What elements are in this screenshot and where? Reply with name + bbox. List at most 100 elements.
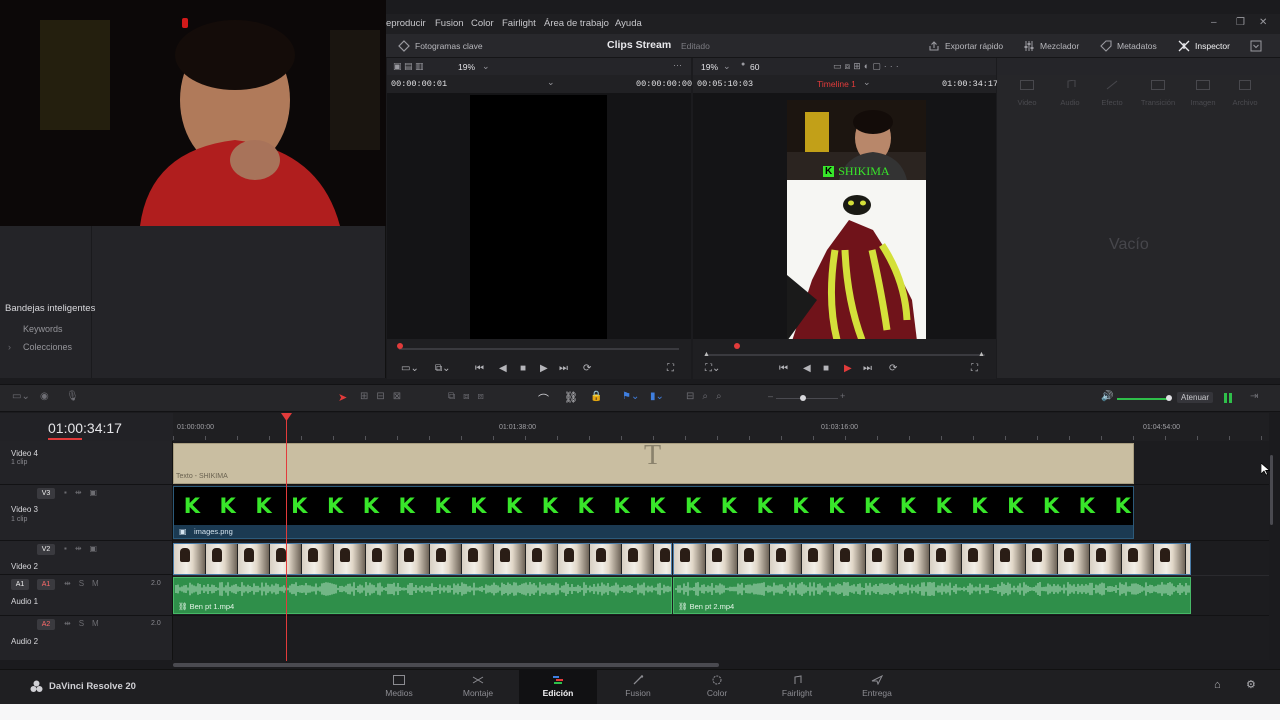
loop-icon[interactable]: ⟳ xyxy=(583,363,591,374)
keyframes-button[interactable]: Fotogramas clave xyxy=(398,34,483,58)
timeline-ruler[interactable]: 01:00:00:00 01:01:38:00 01:03:16:00 01:0… xyxy=(173,413,1269,441)
lock-icon[interactable]: ▪ xyxy=(64,488,67,497)
timeline-scrubber[interactable] xyxy=(705,354,985,356)
loop-icon[interactable]: ⟳ xyxy=(889,363,897,374)
fullscreen-icon[interactable]: ⛶ xyxy=(667,363,674,374)
skip-back-icon[interactable]: ⏮ xyxy=(779,363,788,374)
close-icon[interactable]: ✕ xyxy=(1259,17,1267,28)
disable-track-icon[interactable]: ▣ xyxy=(90,488,98,497)
quick-export-button[interactable]: Exportar rápido xyxy=(928,34,1003,58)
more-icon[interactable]: ··· xyxy=(673,60,682,70)
stop-icon[interactable]: ■ xyxy=(520,363,526,374)
zoom-slider[interactable] xyxy=(776,398,838,399)
auto-select-icon[interactable]: ⇹ xyxy=(75,544,82,553)
chevron-down-icon[interactable]: ⌄ xyxy=(547,77,555,88)
timeline-name[interactable]: Timeline 1 xyxy=(817,79,856,89)
timeline-zoom-select[interactable]: 19% xyxy=(701,62,718,72)
crop-icon[interactable]: ⛶⌄ xyxy=(705,363,720,374)
volume-slider[interactable] xyxy=(1117,398,1169,400)
smart-bin-keywords[interactable]: Keywords xyxy=(23,324,63,334)
menu-help[interactable]: Ayuda xyxy=(615,18,642,29)
viewer-tools-icon[interactable]: ▭⧈⊞◐▢··· xyxy=(833,61,902,72)
zoom-mode-icons[interactable]: ⊟⌕⌕ xyxy=(686,391,730,402)
maximize-icon[interactable]: ❐ xyxy=(1236,17,1245,28)
solo-button[interactable]: S xyxy=(79,579,84,588)
chevron-down-icon[interactable]: ⌄ xyxy=(863,77,871,88)
menu-fairlight[interactable]: Fairlight xyxy=(502,18,536,29)
track-controls-v3[interactable]: ▪ ⇹ ▣ xyxy=(64,488,97,497)
home-icon[interactable]: ⌂ xyxy=(1214,679,1221,691)
auto-select-icon[interactable]: ⇹ xyxy=(64,619,71,628)
source-playhead[interactable] xyxy=(397,343,403,349)
mute-button[interactable]: M xyxy=(92,619,99,628)
zoom-out-icon[interactable]: – xyxy=(768,391,773,401)
collapse-panel-button[interactable] xyxy=(1250,34,1262,58)
lock-icon[interactable]: ▪ xyxy=(64,544,67,553)
track-badge-v2[interactable]: V2 xyxy=(37,544,55,555)
mute-button[interactable]: M xyxy=(92,579,99,588)
auto-select-icon[interactable]: ⇹ xyxy=(75,488,82,497)
stop-icon[interactable]: ■ xyxy=(823,363,829,374)
inspector-tab-image[interactable]: Imagen xyxy=(1183,98,1223,107)
inspector-tab-audio[interactable]: Audio xyxy=(1050,98,1090,107)
smart-bin-collections[interactable]: Colecciones xyxy=(23,342,72,352)
source-zoom-select[interactable]: 19% xyxy=(458,62,475,72)
menu-fusion[interactable]: Fusion xyxy=(435,18,464,29)
volume-slider-knob[interactable] xyxy=(1166,395,1172,401)
page-tab-deliver[interactable]: Entrega xyxy=(838,669,916,704)
inspector-tab-video[interactable]: Video xyxy=(1007,98,1047,107)
timeline-vertical-scrollbar[interactable] xyxy=(1270,455,1273,525)
metadata-button[interactable]: Metadatos xyxy=(1100,34,1157,58)
inspector-tab-file[interactable]: Archivo xyxy=(1225,98,1265,107)
track-controls-v2[interactable]: ▪ ⇹ ▣ xyxy=(64,544,97,553)
page-tab-fairlight[interactable]: Fairlight xyxy=(758,669,836,704)
track-badge-v3[interactable]: V3 xyxy=(37,488,55,499)
page-tab-color[interactable]: Color xyxy=(678,669,756,704)
inspector-button[interactable]: Inspector xyxy=(1178,34,1230,58)
track-controls-a2[interactable]: ⇹ S M xyxy=(64,619,99,628)
page-tab-edit[interactable]: Edición xyxy=(519,669,597,704)
video-clip-part2[interactable] xyxy=(673,543,1191,575)
play-reverse-icon[interactable]: ◀ xyxy=(803,363,811,374)
timeline-playhead[interactable] xyxy=(286,418,287,661)
skip-forward-icon[interactable]: ⏭ xyxy=(863,363,872,374)
mixer-button[interactable]: Mezclador xyxy=(1023,34,1079,58)
minimize-icon[interactable]: – xyxy=(1211,17,1217,28)
layout-presets-icon[interactable]: ▭⌄ xyxy=(12,391,30,402)
flag-icon[interactable]: ⚑⌄ xyxy=(622,391,639,402)
audio-settings-icon[interactable]: ◉ xyxy=(40,391,49,402)
marker-icon[interactable]: ▮⌄ xyxy=(650,391,664,402)
timeline-timecode-display[interactable]: 01:00:34:17 xyxy=(48,420,122,436)
inspector-tab-effect[interactable]: Efecto xyxy=(1092,98,1132,107)
chevron-down-icon[interactable]: ⌄ xyxy=(482,61,490,72)
fullscreen-icon[interactable]: ⛶ xyxy=(971,363,978,374)
audio-clip-part1[interactable]: ⛓ Ben pt 1.mp4 xyxy=(173,577,672,614)
audio-clip-part2[interactable]: ⛓ Ben pt 2.mp4 xyxy=(673,577,1191,614)
video-clip-part1[interactable] xyxy=(173,543,672,575)
menu-workspace[interactable]: Área de trabajo xyxy=(544,18,609,29)
snapping-icon[interactable]: ⌒ xyxy=(538,391,549,407)
skip-back-icon[interactable]: ⏮ xyxy=(475,363,484,374)
edit-mode-icons[interactable]: ⊞⊟⊠ xyxy=(360,391,409,402)
chevron-right-icon[interactable]: › xyxy=(8,342,11,352)
link-icon[interactable]: ⛓ xyxy=(564,391,578,404)
page-tab-cut[interactable]: Montaje xyxy=(439,669,517,704)
source-scrubber[interactable] xyxy=(399,348,679,350)
zoom-in-icon[interactable]: + xyxy=(840,391,845,401)
disable-track-icon[interactable]: ▣ xyxy=(90,544,98,553)
mic-icon[interactable]: 🎙 xyxy=(66,391,79,402)
menu-color[interactable]: Color xyxy=(471,18,494,29)
selection-tool-icon[interactable]: ➤ xyxy=(338,391,347,404)
layout-icon[interactable]: ▭⌄ xyxy=(401,363,419,374)
timeline-playhead[interactable] xyxy=(734,343,740,349)
track-badge-a2[interactable]: A2 xyxy=(37,619,55,630)
track-controls-a1[interactable]: ⇹ S M xyxy=(64,579,99,588)
insert-overwrite-icons[interactable]: ⧉⧈⧇ xyxy=(448,391,492,402)
in-point-icon[interactable]: ▲ xyxy=(703,351,710,358)
panel-toggle-icon[interactable]: ⇥ xyxy=(1250,391,1258,402)
play-reverse-icon[interactable]: ◀ xyxy=(499,363,507,374)
title-clip[interactable]: T Texto - SHIKIMA xyxy=(173,440,1134,484)
zoom-slider-knob[interactable] xyxy=(800,395,806,401)
track-badge-a1-source[interactable]: A1 xyxy=(11,579,29,590)
timeline-horizontal-scrollbar[interactable] xyxy=(173,663,719,667)
